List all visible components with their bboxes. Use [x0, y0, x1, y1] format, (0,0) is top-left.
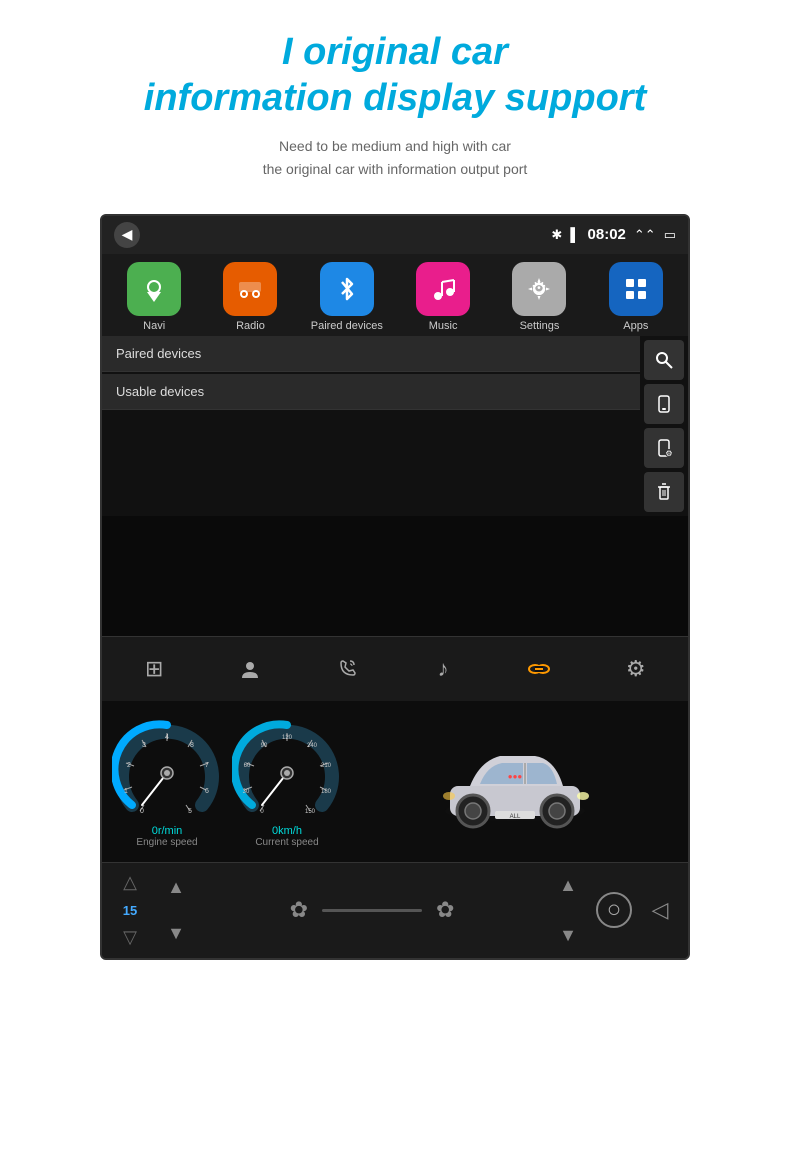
- svg-text:240: 240: [307, 743, 318, 749]
- toolbar-contacts[interactable]: [228, 647, 272, 691]
- toolbar-phone[interactable]: [325, 647, 369, 691]
- content-area: [102, 516, 688, 636]
- nav-left-controls: △ 15 ▽: [112, 869, 148, 952]
- page-header: I original car information display suppo…: [84, 0, 706, 190]
- bluetooth-icon: [320, 262, 374, 316]
- engine-speed-value: 0r/min: [152, 825, 183, 837]
- signal-icon: ▌: [570, 227, 579, 242]
- back-button[interactable]: ◀: [114, 222, 140, 248]
- navi-label: Navi: [143, 320, 165, 332]
- svg-text:2: 2: [127, 762, 131, 769]
- status-icons: ✱ ▌ 08:02 ⌃⌃ ▭: [551, 226, 676, 243]
- svg-text:5: 5: [188, 808, 192, 815]
- svg-text:60: 60: [244, 763, 251, 769]
- radio-icon: [223, 262, 277, 316]
- svg-text:0: 0: [260, 809, 264, 815]
- bluetooth-label: Paired devices: [311, 320, 383, 332]
- svg-text:150: 150: [305, 809, 316, 815]
- svg-text:●●●: ●●●: [508, 772, 523, 781]
- svg-text:1: 1: [124, 788, 128, 795]
- app-row: Navi Radio Paired devices: [102, 254, 688, 336]
- svg-text:⚙: ⚙: [665, 449, 672, 458]
- phone-button[interactable]: [644, 384, 684, 424]
- music-label: Music: [429, 320, 458, 332]
- nav-right-down[interactable]: ▼: [550, 921, 586, 949]
- svg-text:4: 4: [165, 734, 169, 741]
- car-image: ●●● ALL: [352, 731, 678, 831]
- svg-text:7: 7: [205, 762, 209, 769]
- apps-icon: [609, 262, 663, 316]
- toolbar-music[interactable]: ♪: [421, 647, 465, 691]
- home-button[interactable]: ○: [596, 892, 632, 928]
- nav-slider[interactable]: [322, 909, 422, 912]
- window-icon: ▭: [664, 227, 676, 243]
- svg-text:3: 3: [142, 742, 146, 749]
- settings-label: Settings: [520, 320, 560, 332]
- nav-right-vol: ▲ ▼: [550, 871, 586, 949]
- svg-text:6: 6: [205, 788, 209, 795]
- svg-text:8: 8: [190, 742, 194, 749]
- page-title: I original car information display suppo…: [144, 30, 646, 121]
- page-subtitle: Need to be medium and high with car the …: [144, 135, 646, 180]
- nav-center-controls: ✿ ✿: [194, 897, 550, 923]
- nav-down-outline[interactable]: ▽: [112, 924, 148, 952]
- nav-right-controls: ▲ ▼ ○ ◁: [550, 871, 678, 949]
- nav-vol-down[interactable]: ▼: [158, 919, 194, 947]
- app-music[interactable]: Music: [403, 262, 483, 332]
- expand-icon: ⌃⌃: [634, 227, 656, 243]
- radio-label: Radio: [236, 320, 265, 332]
- engine-gauge: 4 3 2 1 0 5 6 7 8 0r/min Engine speed: [112, 715, 222, 848]
- toolbar-link[interactable]: [517, 647, 561, 691]
- svg-text:180: 180: [321, 789, 332, 795]
- car-info-section: 4 3 2 1 0 5 6 7 8 0r/min Engine speed: [102, 701, 688, 862]
- speed-label: Current speed: [255, 837, 318, 848]
- usable-devices-item[interactable]: Usable devices: [102, 374, 640, 410]
- toolbar-settings[interactable]: ⚙: [614, 647, 658, 691]
- status-bar: ◀ ✱ ▌ 08:02 ⌃⌃ ▭: [102, 216, 688, 254]
- engine-speed-label: Engine speed: [136, 837, 197, 848]
- svg-text:120: 120: [282, 735, 293, 741]
- clock: 08:02: [588, 226, 626, 243]
- bluetooth-panel: Paired devices Usable devices: [102, 336, 688, 516]
- delete-button[interactable]: [644, 472, 684, 512]
- paired-devices-item[interactable]: Paired devices: [102, 336, 640, 372]
- bluetooth-device-list: Paired devices Usable devices: [102, 336, 640, 516]
- device-settings-button[interactable]: ⚙: [644, 428, 684, 468]
- svg-text:ALL: ALL: [510, 814, 521, 820]
- bluetooth-sidebar: ⚙: [640, 336, 688, 516]
- speed-value: 0km/h: [272, 825, 302, 837]
- music-icon: [416, 262, 470, 316]
- svg-text:210: 210: [321, 763, 332, 769]
- app-apps[interactable]: Apps: [596, 262, 676, 332]
- svg-text:90: 90: [261, 743, 268, 749]
- toolbar-grid[interactable]: ⊞: [132, 647, 176, 691]
- nav-vol-controls: ▲ ▼: [158, 873, 194, 947]
- app-settings[interactable]: ⚙ Settings: [499, 262, 579, 332]
- svg-text:30: 30: [243, 789, 250, 795]
- speed-gauge: 120 90 60 30 0 150 180 210 240 0km/h Cur…: [232, 715, 342, 848]
- fan-left-icon[interactable]: ✿: [290, 897, 308, 923]
- fan-right-icon[interactable]: ✿: [436, 897, 454, 923]
- bottom-toolbar: ⊞ ♪ ⚙: [102, 636, 688, 701]
- settings-icon: ⚙: [512, 262, 566, 316]
- nav-up-outline[interactable]: △: [112, 869, 148, 897]
- svg-text:⚙: ⚙: [531, 278, 547, 298]
- apps-label: Apps: [623, 320, 648, 332]
- navi-icon: [127, 262, 181, 316]
- app-navi[interactable]: Navi: [114, 262, 194, 332]
- nav-number: 15: [123, 901, 137, 920]
- svg-text:0: 0: [140, 808, 144, 815]
- nav-vol-up[interactable]: ▲: [158, 873, 194, 901]
- nav-right-up[interactable]: ▲: [550, 871, 586, 899]
- device-screen: ◀ ✱ ▌ 08:02 ⌃⌃ ▭ Navi: [100, 214, 690, 960]
- app-bluetooth[interactable]: Paired devices: [307, 262, 387, 332]
- navigation-bar: △ 15 ▽ ▲ ▼ ✿ ✿ ▲ ▼ ○ ◁: [102, 862, 688, 958]
- back-nav-button[interactable]: ◁: [642, 896, 678, 924]
- search-button[interactable]: [644, 340, 684, 380]
- app-radio[interactable]: Radio: [210, 262, 290, 332]
- bluetooth-status-icon: ✱: [551, 227, 562, 243]
